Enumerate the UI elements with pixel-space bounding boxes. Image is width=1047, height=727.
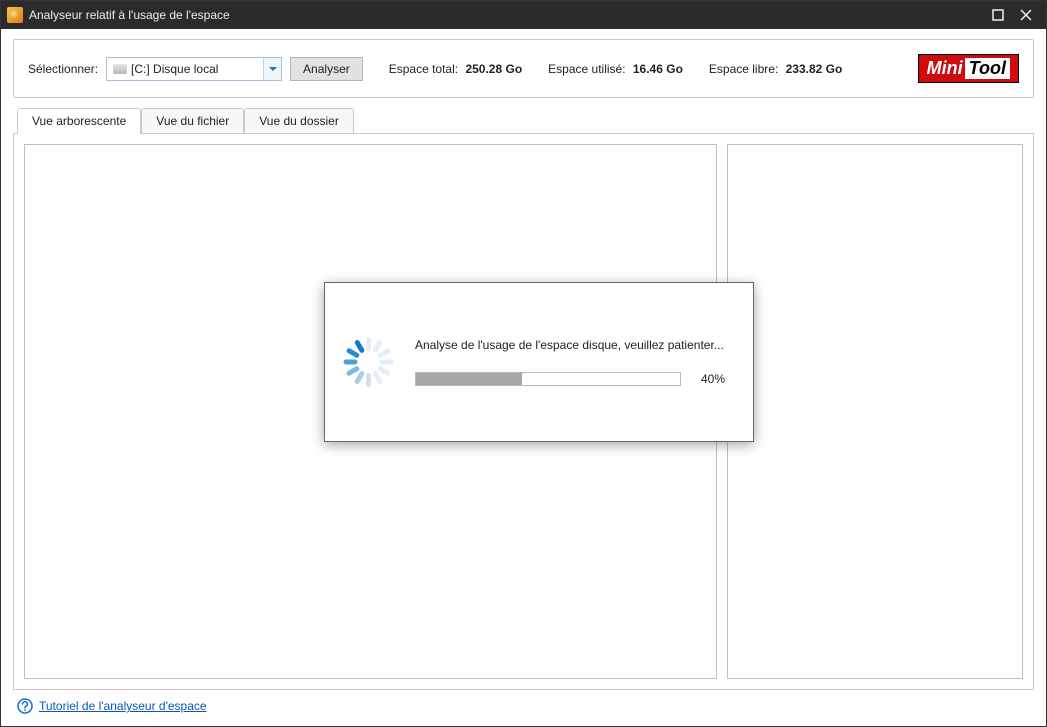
tab-tree-view[interactable]: Vue arborescente — [17, 108, 141, 134]
app-window: Analyseur relatif à l'usage de l'espace … — [0, 0, 1047, 727]
space-free-value: 233.82 Go — [786, 62, 843, 76]
drive-select[interactable]: [C:] Disque local — [106, 57, 282, 81]
space-free-label: Espace libre: — [709, 62, 778, 76]
space-total-label: Espace total: — [389, 62, 458, 76]
logo-part2: Tool — [965, 58, 1010, 79]
progress-dialog: Analyse de l'usage de l'espace disque, v… — [324, 282, 754, 442]
space-total: Espace total: 250.28 Go — [389, 62, 522, 76]
chevron-down-icon — [269, 65, 277, 73]
close-icon — [1020, 9, 1032, 21]
space-free: Espace libre: 233.82 Go — [709, 62, 842, 76]
space-used: Espace utilisé: 16.46 Go — [548, 62, 683, 76]
footer: Tutoriel de l'analyseur d'espace — [13, 690, 1034, 718]
disk-icon — [113, 64, 127, 74]
drive-select-text: [C:] Disque local — [131, 62, 263, 76]
progress-percent: 40% — [691, 372, 725, 386]
window-title: Analyseur relatif à l'usage de l'espace — [29, 8, 230, 22]
tab-file-view[interactable]: Vue du fichier — [141, 108, 244, 134]
progress-fill — [416, 373, 522, 385]
logo-part1: Mini — [927, 58, 963, 79]
progress-message: Analyse de l'usage de l'espace disque, v… — [415, 338, 725, 352]
app-icon — [7, 7, 23, 23]
space-used-label: Espace utilisé: — [548, 62, 625, 76]
select-label: Sélectionner: — [28, 62, 98, 76]
details-pane — [727, 144, 1023, 679]
dropdown-caret[interactable] — [263, 58, 281, 80]
minitool-logo: Mini Tool — [918, 54, 1019, 83]
space-total-value: 250.28 Go — [465, 62, 522, 76]
tab-folder-view[interactable]: Vue du dossier — [244, 108, 354, 134]
titlebar: Analyseur relatif à l'usage de l'espace — [1, 1, 1046, 29]
help-icon — [17, 698, 33, 714]
toolbar: Sélectionner: [C:] Disque local Analyser… — [13, 39, 1034, 98]
progress-bar — [415, 372, 681, 386]
maximize-button[interactable] — [984, 3, 1012, 27]
spinner-icon — [343, 337, 393, 387]
analyze-button[interactable]: Analyser — [290, 57, 363, 81]
close-button[interactable] — [1012, 3, 1040, 27]
maximize-icon — [992, 9, 1004, 21]
space-used-value: 16.46 Go — [633, 62, 683, 76]
progress-row: 40% — [415, 372, 725, 386]
tabstrip: Vue arborescente Vue du fichier Vue du d… — [13, 108, 1034, 134]
tutorial-link[interactable]: Tutoriel de l'analyseur d'espace — [39, 699, 207, 713]
